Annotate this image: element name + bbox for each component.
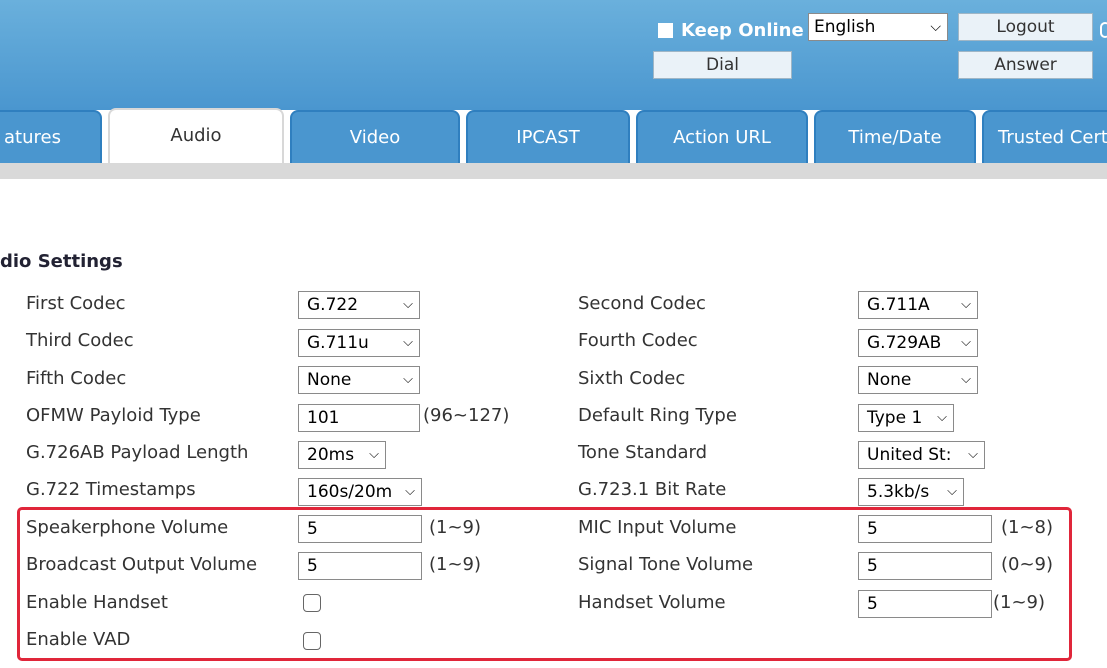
g7231-bit-rate-label: G.723.1 Bit Rate bbox=[578, 479, 727, 500]
g7231-bit-rate-select[interactable]: 5.3kb/s ⌵ bbox=[858, 478, 964, 506]
g722-timestamps-label: G.722 Timestamps bbox=[26, 479, 196, 500]
ofmw-payload-type-label: OFMW Payloid Type bbox=[26, 405, 201, 426]
tab-trusted-cert[interactable]: Trusted Cert bbox=[982, 110, 1107, 164]
language-value: English bbox=[814, 17, 876, 37]
tab-video[interactable]: Video bbox=[290, 110, 460, 164]
chevron-down-icon: ⌵ bbox=[966, 442, 978, 468]
chevron-down-icon: ⌵ bbox=[367, 442, 379, 468]
handset-volume-range: (1~9) bbox=[993, 592, 1046, 613]
first-codec-select[interactable]: G.722 ⌵ bbox=[298, 291, 420, 319]
enable-handset-label: Enable Handset bbox=[26, 592, 168, 613]
chevron-down-icon: ⌵ bbox=[959, 330, 971, 356]
enable-vad-checkbox[interactable] bbox=[303, 632, 321, 650]
chevron-down-icon: ⌵ bbox=[959, 367, 971, 393]
chevron-down-icon: ⌵ bbox=[945, 479, 957, 505]
keep-online-toggle[interactable]: Keep Online bbox=[658, 19, 804, 41]
default-ring-type-value: Type 1 bbox=[867, 408, 923, 428]
second-codec-label: Second Codec bbox=[578, 293, 706, 314]
tab-audio[interactable]: Audio bbox=[108, 108, 284, 166]
chevron-down-icon: ⌵ bbox=[403, 479, 415, 505]
fourth-codec-select[interactable]: G.729AB ⌵ bbox=[858, 329, 978, 357]
sixth-codec-select[interactable]: None ⌵ bbox=[858, 366, 978, 394]
g726ab-payload-length-label: G.726AB Payload Length bbox=[26, 442, 249, 463]
mic-input-volume-input[interactable]: 5 bbox=[858, 515, 992, 543]
g726ab-payload-length-select[interactable]: 20ms ⌵ bbox=[298, 441, 386, 469]
tab-action-url[interactable]: Action URL bbox=[636, 110, 808, 164]
keep-online-label: Keep Online bbox=[681, 19, 804, 41]
enable-vad-label: Enable VAD bbox=[26, 629, 131, 650]
broadcast-output-volume-range: (1~9) bbox=[429, 554, 482, 575]
cutoff-icon bbox=[1100, 22, 1107, 38]
chevron-down-icon: ⌵ bbox=[930, 19, 941, 35]
chevron-down-icon: ⌵ bbox=[935, 405, 947, 431]
broadcast-output-volume-input[interactable]: 5 bbox=[298, 552, 422, 580]
tone-standard-label: Tone Standard bbox=[578, 442, 708, 463]
third-codec-value: G.711u bbox=[307, 333, 369, 353]
ofmw-payload-range: (96~127) bbox=[423, 405, 510, 426]
third-codec-label: Third Codec bbox=[26, 330, 134, 351]
signal-tone-volume-label: Signal Tone Volume bbox=[578, 554, 754, 575]
sixth-codec-label: Sixth Codec bbox=[578, 368, 686, 389]
tab-underline bbox=[0, 163, 1107, 179]
mic-input-volume-range: (1~8) bbox=[1001, 517, 1054, 538]
fifth-codec-label: Fifth Codec bbox=[26, 368, 127, 389]
language-select[interactable]: English ⌵ bbox=[808, 13, 948, 41]
first-codec-label: First Codec bbox=[26, 293, 126, 314]
third-codec-select[interactable]: G.711u ⌵ bbox=[298, 329, 420, 357]
g722-timestamps-value: 160s/20m bbox=[307, 482, 393, 502]
tone-standard-select[interactable]: United St: ⌵ bbox=[858, 441, 985, 469]
mic-input-volume-label: MIC Input Volume bbox=[578, 517, 737, 538]
tab-features[interactable]: atures bbox=[0, 110, 102, 164]
speakerphone-volume-label: Speakerphone Volume bbox=[26, 517, 229, 538]
g7231-bit-rate-value: 5.3kb/s bbox=[867, 482, 930, 502]
chevron-down-icon: ⌵ bbox=[401, 292, 413, 318]
handset-volume-input[interactable]: 5 bbox=[858, 590, 992, 618]
tab-bar: atures Audio Video IPCAST Action URL Tim… bbox=[0, 108, 1107, 166]
broadcast-output-volume-label: Broadcast Output Volume bbox=[26, 554, 258, 575]
dial-button[interactable]: Dial bbox=[653, 51, 792, 79]
g722-timestamps-select[interactable]: 160s/20m ⌵ bbox=[298, 478, 422, 506]
signal-tone-volume-input[interactable]: 5 bbox=[858, 552, 992, 580]
chevron-down-icon: ⌵ bbox=[401, 367, 413, 393]
tone-standard-value: United St: bbox=[867, 445, 952, 465]
speakerphone-volume-input[interactable]: 5 bbox=[298, 515, 422, 543]
sixth-codec-value: None bbox=[867, 370, 912, 390]
fourth-codec-value: G.729AB bbox=[867, 333, 942, 353]
fifth-codec-value: None bbox=[307, 370, 352, 390]
top-header: Keep Online English ⌵ Logout Dial Answer bbox=[0, 0, 1107, 110]
chevron-down-icon: ⌵ bbox=[959, 292, 971, 318]
speakerphone-volume-range: (1~9) bbox=[429, 517, 482, 538]
tab-time-date[interactable]: Time/Date bbox=[814, 110, 976, 164]
answer-button[interactable]: Answer bbox=[958, 51, 1093, 79]
tab-ipcast[interactable]: IPCAST bbox=[466, 110, 630, 164]
chevron-down-icon: ⌵ bbox=[401, 330, 413, 356]
section-title: dio Settings bbox=[0, 251, 123, 272]
fourth-codec-label: Fourth Codec bbox=[578, 330, 698, 351]
default-ring-type-select[interactable]: Type 1 ⌵ bbox=[858, 404, 954, 432]
logout-button[interactable]: Logout bbox=[958, 13, 1093, 41]
keep-online-checkbox[interactable] bbox=[658, 22, 673, 38]
second-codec-select[interactable]: G.711A ⌵ bbox=[858, 291, 978, 319]
g726ab-payload-length-value: 20ms bbox=[307, 445, 355, 465]
signal-tone-volume-range: (0~9) bbox=[1001, 554, 1054, 575]
ofmw-payload-type-input[interactable]: 101 bbox=[298, 404, 420, 432]
default-ring-type-label: Default Ring Type bbox=[578, 405, 737, 426]
fifth-codec-select[interactable]: None ⌵ bbox=[298, 366, 420, 394]
second-codec-value: G.711A bbox=[867, 295, 930, 315]
handset-volume-label: Handset Volume bbox=[578, 592, 726, 613]
first-codec-value: G.722 bbox=[307, 295, 359, 315]
enable-handset-checkbox[interactable] bbox=[303, 594, 321, 612]
